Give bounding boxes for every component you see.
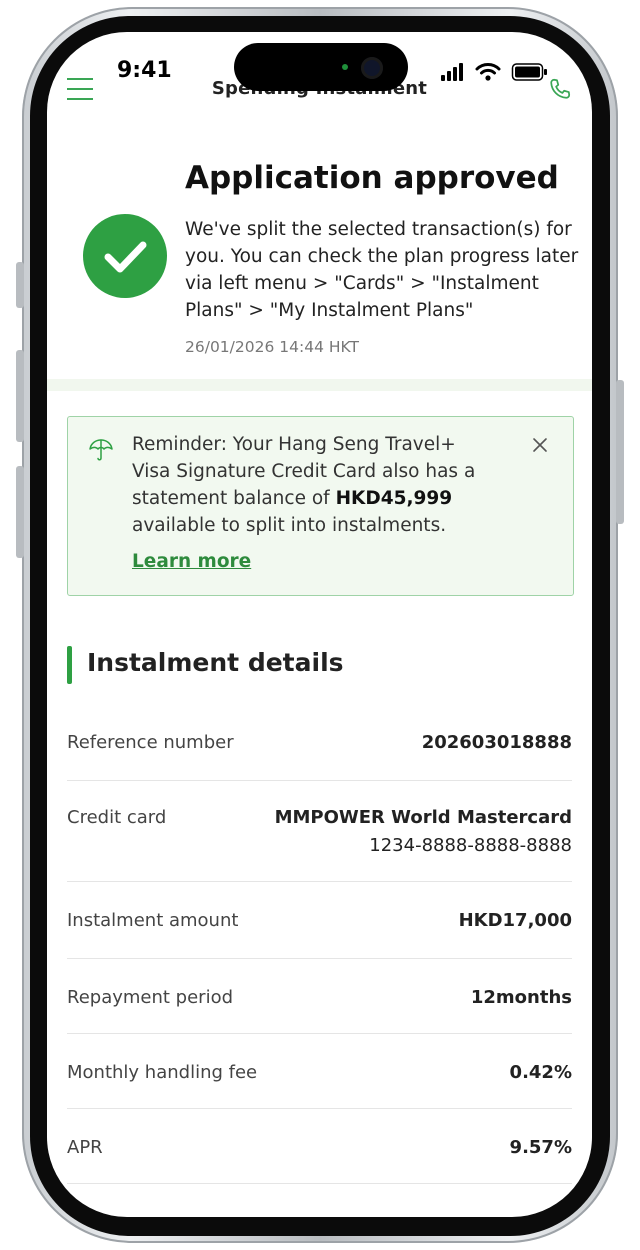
reminder-amount: HKD45,999 bbox=[335, 488, 453, 509]
approval-timestamp: 26/01/2026 14:44 HKT bbox=[185, 338, 359, 356]
detail-label: Reference number bbox=[67, 732, 234, 753]
privacy-indicator-icon bbox=[342, 64, 348, 70]
detail-value: 202603018888 bbox=[421, 732, 572, 753]
reminder-text-after: available to split into instalments. bbox=[132, 515, 447, 536]
section-accent-bar bbox=[67, 646, 72, 684]
signal-icon bbox=[441, 63, 463, 81]
approval-message: We've split the selected transaction(s) … bbox=[185, 219, 579, 321]
detail-sub-value: 1234-8888-8888-8888 bbox=[369, 835, 572, 856]
detail-label: Monthly handling fee bbox=[67, 1062, 258, 1083]
status-icons bbox=[441, 63, 547, 81]
detail-value: HKD17,000 bbox=[458, 910, 572, 931]
detail-row-credit-card: Credit card MMPOWER World Mastercard 123… bbox=[67, 781, 572, 882]
success-check-icon bbox=[83, 214, 167, 298]
detail-row-repayment-period: Repayment period 12months bbox=[67, 959, 572, 1034]
phone-call-icon[interactable] bbox=[547, 76, 573, 102]
power-button bbox=[616, 380, 624, 524]
detail-value: 9.57% bbox=[509, 1137, 572, 1158]
approval-title: Application approved bbox=[185, 160, 559, 196]
status-time: 9:41 bbox=[117, 58, 172, 83]
section-title: Instalment details bbox=[87, 648, 344, 677]
detail-row-instalment-amount: Instalment amount HKD17,000 bbox=[67, 882, 572, 959]
learn-more-link[interactable]: Learn more bbox=[132, 551, 251, 572]
detail-value: 12months bbox=[470, 987, 572, 1008]
reminder-banner: Reminder: Your Hang Seng Travel+ Visa Si… bbox=[67, 416, 574, 596]
detail-label: Credit card bbox=[67, 807, 167, 828]
menu-icon[interactable] bbox=[67, 76, 93, 102]
volume-up-button bbox=[16, 350, 24, 442]
action-button bbox=[16, 262, 24, 308]
detail-row-reference-number: Reference number 202603018888 bbox=[67, 712, 572, 781]
volume-down-button bbox=[16, 466, 24, 558]
front-camera-icon bbox=[361, 57, 383, 79]
dynamic-island bbox=[234, 43, 408, 91]
wifi-icon bbox=[475, 63, 501, 81]
detail-value: MMPOWER World Mastercard bbox=[274, 807, 572, 828]
close-icon[interactable] bbox=[528, 433, 552, 457]
detail-label: APR bbox=[67, 1137, 103, 1158]
approval-section: Application approved We've split the sel… bbox=[47, 120, 592, 382]
section-divider bbox=[47, 379, 592, 391]
detail-label: Repayment period bbox=[67, 987, 234, 1008]
detail-value: 0.42% bbox=[509, 1062, 572, 1083]
umbrella-icon bbox=[89, 439, 113, 461]
detail-label: Instalment amount bbox=[67, 910, 239, 931]
detail-row-monthly-handling-fee: Monthly handling fee 0.42% bbox=[67, 1034, 572, 1109]
battery-icon bbox=[511, 63, 547, 81]
screen: Spending Instalment 9:41 bbox=[47, 32, 592, 1217]
detail-row-apr: APR 9.57% bbox=[67, 1109, 572, 1184]
reminder-text: Reminder: Your Hang Seng Travel+ Visa Si… bbox=[132, 431, 492, 539]
